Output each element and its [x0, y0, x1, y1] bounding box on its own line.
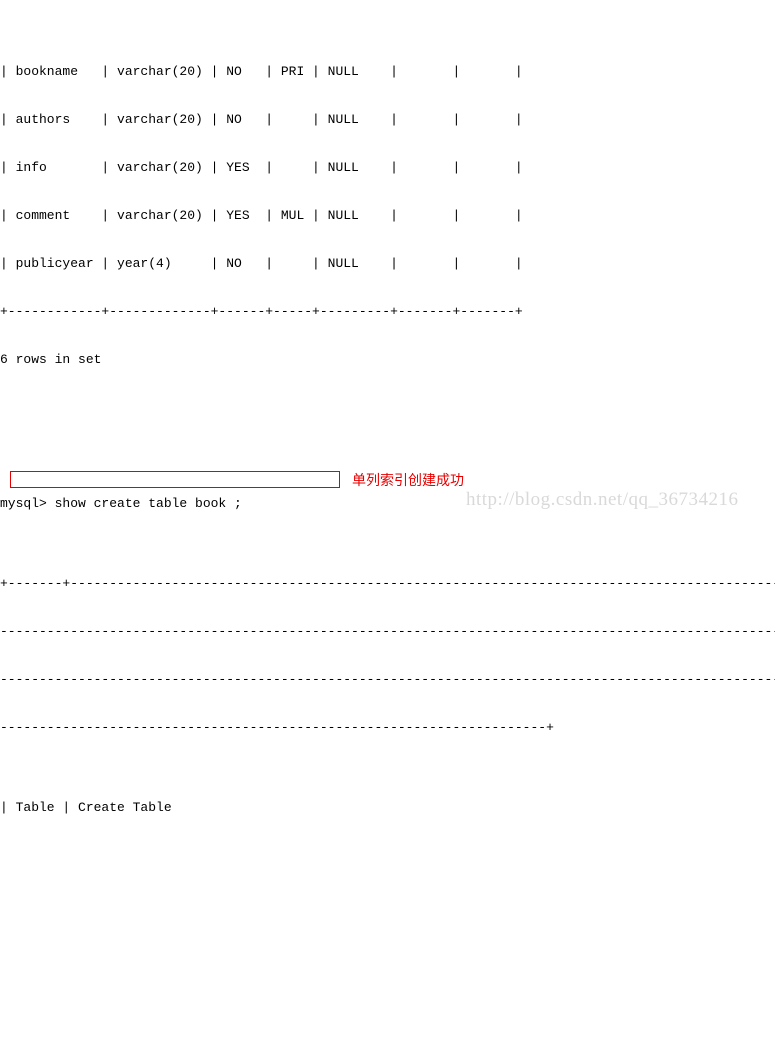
- describe-row: | comment | varchar(20) | YES | MUL | NU…: [0, 208, 523, 223]
- separator-segment: ----------------------------------------…: [0, 720, 554, 735]
- describe-row: | authors | varchar(20) | NO | | NULL | …: [0, 112, 523, 127]
- separator-segment: ----------------------------------------…: [0, 624, 775, 639]
- describe-table-separator: +------------+-------------+------+-----…: [0, 304, 523, 319]
- describe-row: | bookname | varchar(20) | NO | PRI | NU…: [0, 64, 523, 79]
- watermark-text: http://blog.csdn.net/qq_36734216: [466, 489, 739, 510]
- terminal-output: | bookname | varchar(20) | NO | PRI | NU…: [0, 0, 775, 815]
- annotation-text: 单列索引创建成功: [352, 473, 464, 489]
- describe-row: | publicyear | year(4) | NO | | NULL | |…: [0, 256, 523, 271]
- separator-segment: ----------------------------------------…: [0, 672, 775, 687]
- describe-row: | info | varchar(20) | YES | | NULL | | …: [0, 160, 523, 175]
- result-header-row: | Table | Create Table: [0, 800, 172, 815]
- separator-segment: +-------+-------------------------------…: [0, 576, 775, 591]
- row-count-status: 6 rows in set: [0, 352, 102, 367]
